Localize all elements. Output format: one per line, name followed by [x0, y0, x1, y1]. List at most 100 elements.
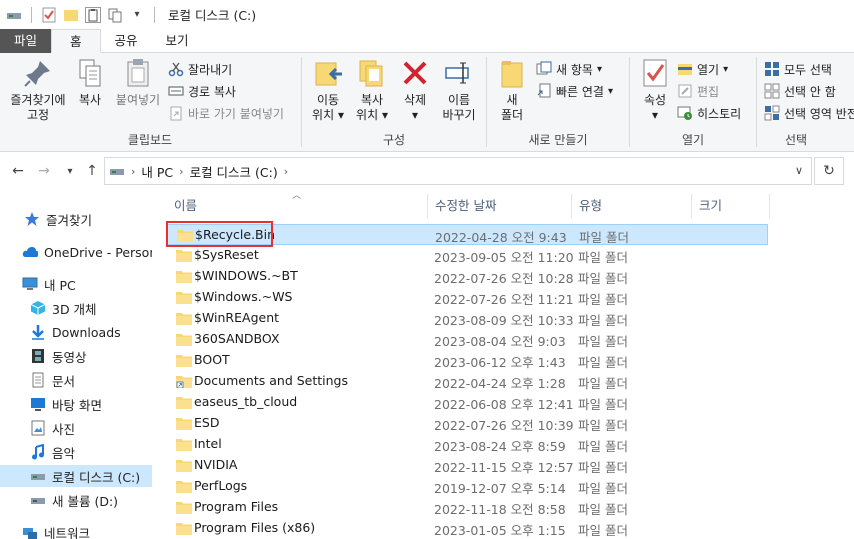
file-modified-date: 2022-11-15 오후 12:57 [434, 460, 574, 475]
copy-icon[interactable] [107, 7, 123, 23]
file-name: NVIDIA [194, 457, 238, 472]
drive-icon [31, 498, 45, 504]
nav-item-network[interactable]: 네트워크 [0, 521, 152, 539]
drive-icon[interactable] [6, 7, 22, 23]
nav-item-downloads[interactable]: Downloads [0, 321, 152, 343]
desktop-icon [31, 398, 45, 411]
paste-icon[interactable] [85, 6, 101, 23]
nav-item-documents[interactable]: 문서 [0, 369, 152, 391]
select-all-icon [765, 62, 779, 76]
chevron-down-icon: ▾ [723, 63, 729, 75]
easy-access-button[interactable]: 빠른 연결 ▾ [536, 81, 613, 101]
paste-shortcut-icon [170, 106, 182, 121]
file-row[interactable]: PerfLogs 2019-12-07 오후 5:14 파일 폴더 [166, 476, 768, 497]
column-header-name[interactable]: 이름 [166, 192, 426, 220]
nav-item-onedrive[interactable]: OneDrive - Personal [0, 241, 152, 263]
column-header-modified[interactable]: 수정한 날짜 [427, 192, 571, 220]
nav-item-pictures[interactable]: 사진 [0, 417, 152, 439]
file-row[interactable]: $Windows.~WS 2022-07-26 오전 11:21 파일 폴더 [166, 287, 768, 308]
nav-item-label: 네트워크 [44, 525, 91, 539]
file-row[interactable]: $SysReset 2023-09-05 오전 11:20 파일 폴더 [166, 245, 768, 266]
file-row[interactable]: Documents and Settings 2022-04-24 오후 1:28… [166, 371, 768, 392]
edit-icon [678, 84, 692, 98]
nav-item-quick-access[interactable]: 즐겨찾기 [0, 208, 152, 230]
new-folder-icon[interactable] [63, 7, 79, 23]
new-item-button[interactable]: 새 항목 ▾ [536, 59, 602, 79]
delete-dropdown-icon[interactable]: ▾ [397, 108, 433, 123]
breadcrumb-my-pc[interactable]: 내 PC [141, 162, 173, 181]
copy-icon [79, 59, 101, 87]
nav-item-videos[interactable]: 동영상 [0, 345, 152, 367]
file-row[interactable]: easeus_tb_cloud 2022-06-08 오후 12:41 파일 폴더 [166, 392, 768, 413]
properties-button[interactable]: 속성 ▾ [635, 57, 675, 123]
breadcrumb-chevron-icon[interactable]: › [284, 165, 288, 178]
file-row[interactable]: NVIDIA 2022-11-15 오후 12:57 파일 폴더 [166, 455, 768, 476]
up-arrow-icon[interactable]: ↑ [82, 161, 102, 181]
clipboard-group-label: 클립보드 [127, 133, 173, 147]
recent-locations-chevron-icon[interactable]: ▾ [60, 161, 80, 181]
folder-icon [176, 481, 192, 493]
select-none-button[interactable]: 선택 안 함 [764, 81, 836, 101]
properties-label: 속성 [643, 93, 667, 107]
nav-item-local-disk-c[interactable]: 로컬 디스크 (C:) [0, 465, 152, 487]
invert-selection-button[interactable]: 선택 영역 반전 [764, 103, 854, 123]
folder-icon [176, 418, 192, 430]
tab-file[interactable]: 파일 [0, 29, 52, 53]
select-all-button[interactable]: 모두 선택 [764, 59, 832, 79]
breadcrumb-chevron-icon[interactable]: › [131, 165, 135, 178]
edit-button[interactable]: 편집 [677, 81, 719, 101]
customize-toolbar-chevron-icon[interactable]: ▾ [129, 7, 145, 23]
column-header-size[interactable]: 크기 [691, 192, 769, 220]
file-row[interactable]: Program Files 2022-11-18 오전 8:58 파일 폴더 [166, 497, 768, 518]
file-row[interactable]: ESD 2022-07-26 오전 10:39 파일 폴더 [166, 413, 768, 434]
properties-dropdown-icon[interactable]: ▾ [635, 108, 675, 123]
tab-share[interactable]: 공유 [101, 29, 152, 53]
address-history-chevron-icon[interactable]: ∨ [795, 164, 803, 177]
file-row[interactable]: BOOT 2023-06-12 오후 1:43 파일 폴더 [166, 350, 768, 371]
copy-path-button[interactable]: 경로 복사 [168, 81, 236, 101]
rename-button[interactable]: 이름 바꾸기 [437, 57, 481, 123]
copy-button[interactable]: 복사 [72, 57, 108, 108]
pin-quick-access-button[interactable]: 즐겨찾기에 고정 [4, 57, 72, 123]
invert-selection-icon [764, 105, 780, 121]
easy-access-label: 빠른 연결 [556, 84, 604, 99]
forward-arrow-icon[interactable]: → [34, 161, 54, 181]
paste-button[interactable]: 붙여넣기 [112, 57, 164, 108]
file-row[interactable]: 360SANDBOX 2023-08-04 오전 9:03 파일 폴더 [166, 329, 768, 350]
file-row[interactable]: $WinREAgent 2023-08-09 오전 10:33 파일 폴더 [166, 308, 768, 329]
move-to-button[interactable]: 이동 위치 ▾ [307, 57, 349, 123]
history-button[interactable]: 히스토리 [677, 103, 741, 123]
refresh-icon[interactable]: ↻ [814, 157, 844, 185]
delete-x-icon [403, 61, 427, 85]
download-icon [32, 325, 44, 340]
tab-home[interactable]: 홈 [51, 29, 101, 53]
nav-item-desktop[interactable]: 바탕 화면 [0, 393, 152, 415]
copy-to-button[interactable]: 복사 위치 ▾ [351, 57, 393, 123]
open-button[interactable]: 열기 ▾ [677, 59, 728, 79]
nav-item-music[interactable]: 음악 [0, 441, 152, 463]
nav-item-this-pc[interactable]: 내 PC [0, 273, 152, 295]
pin-icon [24, 61, 50, 87]
nav-item-new-volume-d[interactable]: 새 볼륨 (D:) [0, 489, 152, 511]
column-header-type[interactable]: 유형 [571, 192, 691, 220]
nav-item-3d-objects[interactable]: 3D 개체 [0, 297, 152, 319]
back-arrow-icon[interactable]: ← [8, 161, 28, 181]
tab-view[interactable]: 보기 [152, 29, 203, 53]
breadcrumb-local-disk[interactable]: 로컬 디스크 (C:) [190, 162, 278, 181]
file-name: $SysReset [194, 247, 259, 262]
properties-check-icon[interactable] [41, 7, 57, 23]
music-icon [32, 444, 44, 460]
file-row[interactable]: $WINDOWS.~BT 2022-07-26 오전 10:28 파일 폴더 [166, 266, 768, 287]
delete-button[interactable]: 삭제 ▾ [397, 57, 433, 123]
nav-item-label: 즐겨찾기 [46, 212, 93, 228]
rename-label-2: 바꾸기 [442, 108, 476, 122]
paste-shortcut-button[interactable]: 바로 가기 붙여넣기 [168, 103, 284, 123]
open-group: 속성 ▾ 열기 ▾ 편집 히스토리 열기 [631, 53, 755, 152]
file-row[interactable]: Program Files (x86) 2023-01-05 오후 1:15 파일 … [166, 518, 768, 539]
column-divider[interactable] [769, 194, 770, 218]
breadcrumb-chevron-icon[interactable]: › [179, 165, 183, 178]
address-bar[interactable]: › 내 PC › 로컬 디스크 (C:) › ∨ [104, 157, 812, 185]
cut-button[interactable]: 잘라내기 [168, 59, 232, 79]
file-row[interactable]: Intel 2023-08-24 오후 8:59 파일 폴더 [166, 434, 768, 455]
new-folder-button[interactable]: 새 폴더 [492, 57, 532, 123]
